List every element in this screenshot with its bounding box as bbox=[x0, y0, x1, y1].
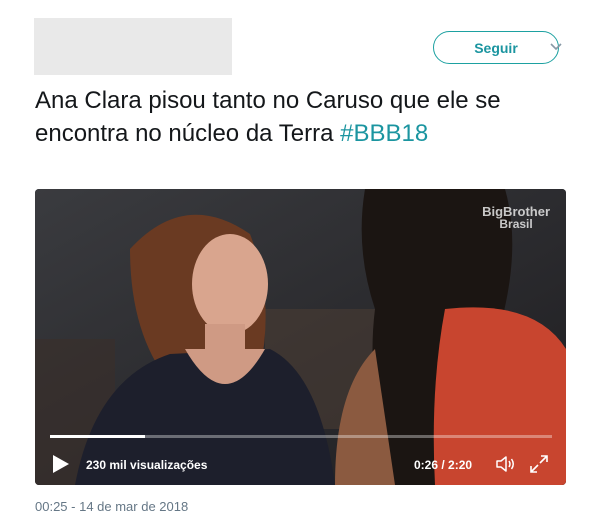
video-time: 0:26 / 2:20 bbox=[414, 458, 473, 472]
bigbrother-watermark: BigBrother Brasil bbox=[482, 205, 550, 231]
progress-bar[interactable] bbox=[50, 435, 552, 438]
tweet-text: Ana Clara pisou tanto no Caruso que ele … bbox=[35, 84, 565, 150]
tweet-timestamp[interactable]: 00:25 - 14 de mar de 2018 bbox=[35, 499, 188, 514]
chevron-down-icon[interactable] bbox=[548, 38, 564, 54]
redacted-author-block bbox=[34, 18, 232, 75]
volume-icon[interactable] bbox=[494, 453, 516, 475]
video-player[interactable]: BigBrother Brasil 230 mil visualizações … bbox=[35, 189, 566, 485]
fullscreen-icon[interactable] bbox=[528, 453, 550, 475]
play-icon[interactable] bbox=[52, 454, 70, 474]
progress-fill bbox=[50, 435, 146, 438]
view-count: 230 mil visualizações bbox=[86, 458, 208, 472]
video-controls: 230 mil visualizações 0:26 / 2:20 bbox=[35, 441, 566, 485]
watermark-line2: Brasil bbox=[499, 217, 533, 231]
tweet-body: Ana Clara pisou tanto no Caruso que ele … bbox=[35, 87, 501, 147]
follow-button[interactable]: Seguir bbox=[433, 31, 559, 64]
follow-button-label: Seguir bbox=[474, 39, 518, 56]
hashtag-link[interactable]: #BBB18 bbox=[340, 120, 428, 147]
